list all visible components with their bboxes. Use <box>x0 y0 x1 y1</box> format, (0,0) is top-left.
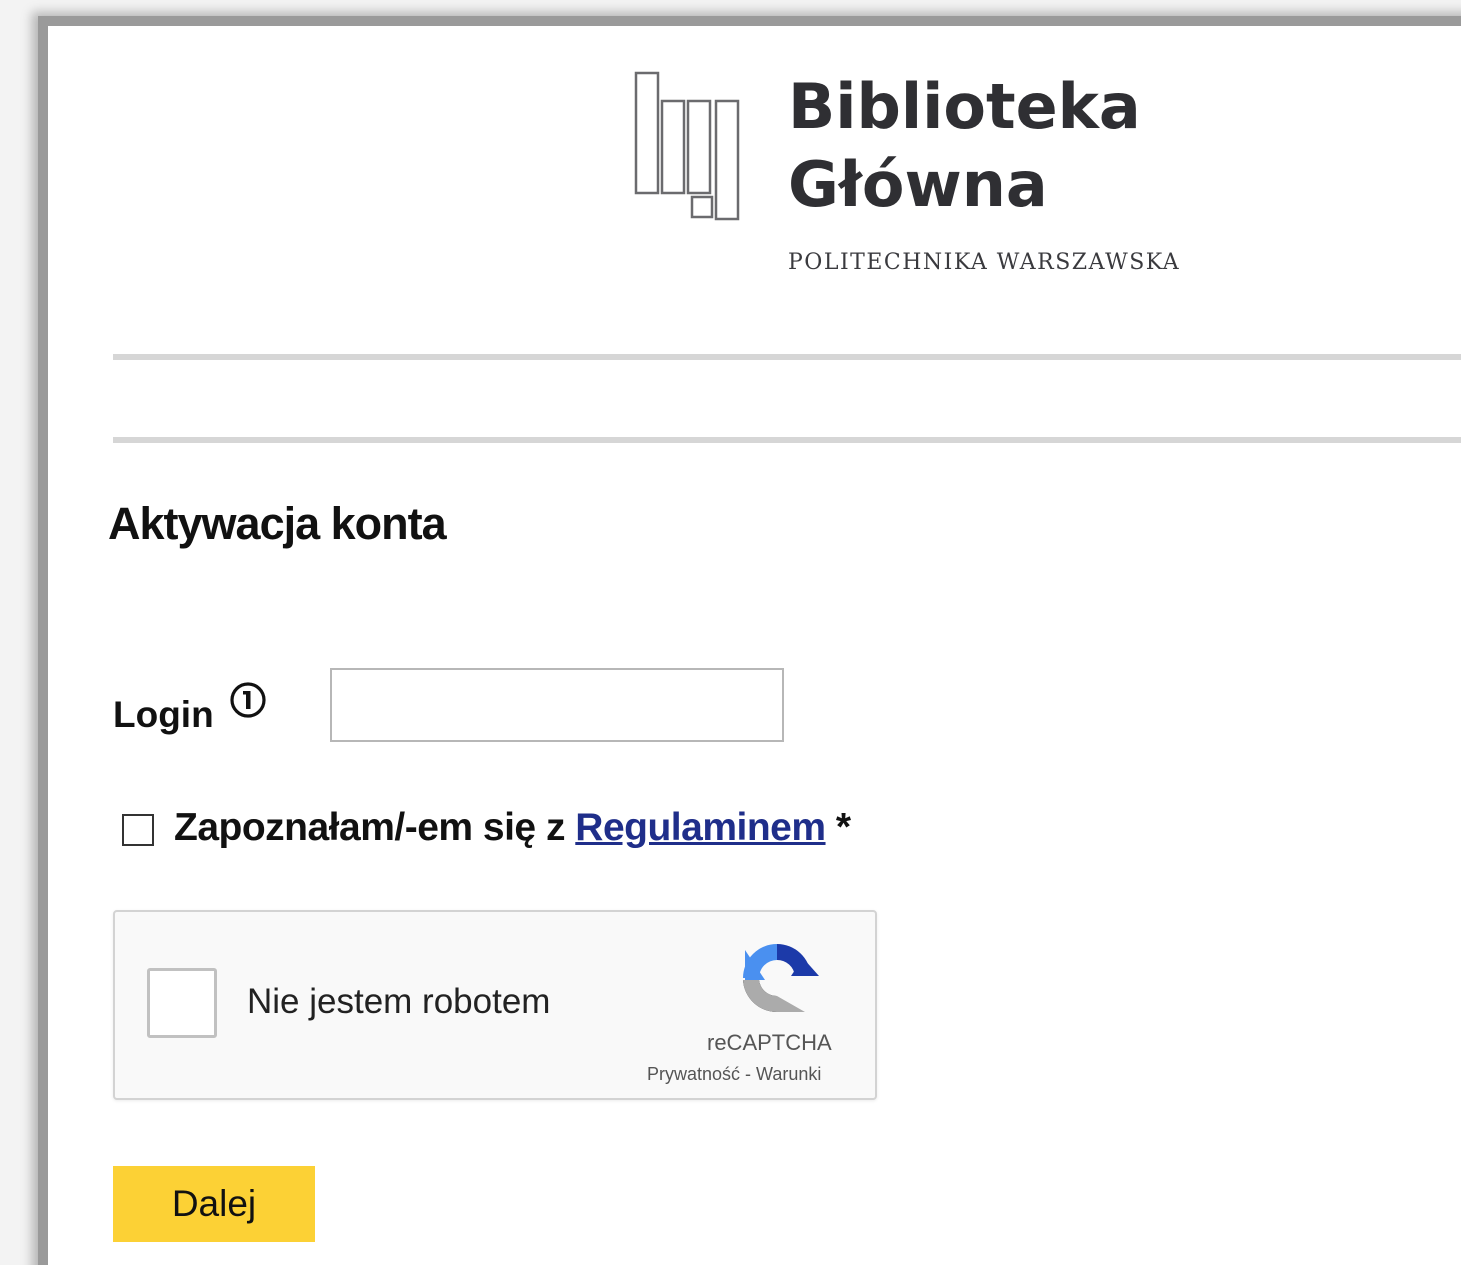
logo-subtitle: POLITECHNIKA WARSZAWSKA <box>788 250 1181 275</box>
recaptcha-brand: reCAPTCHA <box>707 1030 832 1055</box>
browser-content: Biblioteka Główna POLITECHNIKA WARSZAWSK… <box>38 16 1461 1265</box>
recaptcha-label: Nie jestem robotem <box>247 982 551 1021</box>
recaptcha-checkbox[interactable] <box>147 968 217 1038</box>
page-frame: Biblioteka Główna POLITECHNIKA WARSZAWSK… <box>0 0 1461 1265</box>
terms-link[interactable]: Regulaminem <box>575 806 826 849</box>
logo-title-line1: Biblioteka <box>788 70 1141 143</box>
terms-prefix: Zapoznałam/-em się z <box>174 806 576 849</box>
required-mark: * <box>825 806 851 849</box>
recaptcha-links[interactable]: Prywatność - Warunki <box>647 1064 821 1085</box>
page-title: Aktywacja konta <box>108 498 447 549</box>
info-icon[interactable] <box>228 680 268 720</box>
divider-bottom <box>113 437 1461 443</box>
login-input[interactable] <box>330 668 784 742</box>
terms-checkbox[interactable] <box>122 814 154 846</box>
login-label: Login <box>113 694 214 735</box>
library-books-logo-icon <box>634 71 740 221</box>
recaptcha-logo-icon <box>743 943 819 1013</box>
divider-top <box>113 354 1461 360</box>
recaptcha-widget: Nie jestem robotem reCAPTCHA Prywatność … <box>113 910 877 1100</box>
next-button[interactable]: Dalej <box>113 1166 315 1242</box>
terms-text: Zapoznałam/-em się z Regulaminem * <box>174 806 851 850</box>
logo-title: Biblioteka Główna <box>788 68 1141 224</box>
logo-title-line2: Główna <box>788 148 1048 221</box>
